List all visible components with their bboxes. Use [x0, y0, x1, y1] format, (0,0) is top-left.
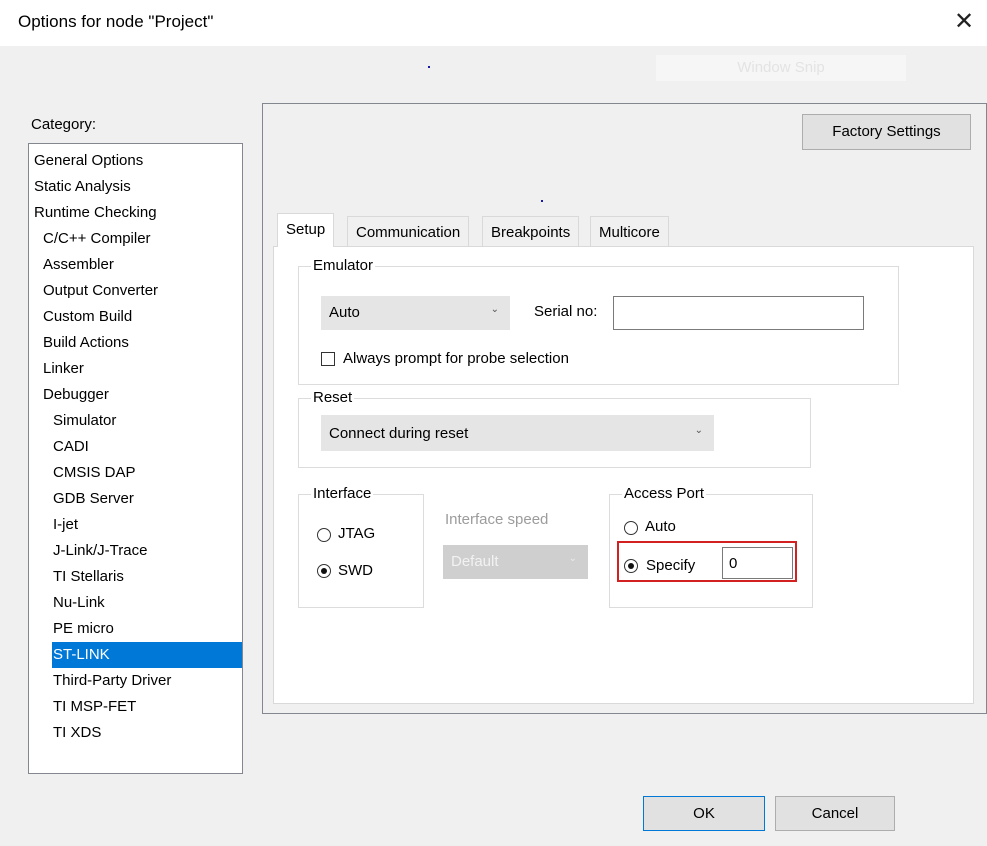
highlight-box — [617, 541, 797, 582]
category-item-ti-stellaris[interactable]: TI Stellaris — [53, 564, 124, 590]
category-item-nu-link[interactable]: Nu-Link — [53, 590, 105, 616]
tab-breakpoints[interactable]: Breakpoints — [482, 216, 580, 247]
tab-communication[interactable]: Communication — [347, 216, 470, 247]
interface-group-title: Interface — [311, 485, 374, 502]
category-item-general-options[interactable]: General Options — [34, 148, 143, 174]
category-item-gdb-server[interactable]: GDB Server — [53, 486, 134, 512]
category-item-c-c-compiler[interactable]: C/C++ Compiler — [43, 226, 151, 252]
window-title: Options for node "Project" — [18, 12, 214, 31]
reset-group-title: Reset — [311, 389, 355, 406]
category-item-ti-xds[interactable]: TI XDS — [53, 720, 101, 746]
emulator-group-title: Emulator — [311, 257, 376, 274]
interface-speed-value: Default — [451, 553, 499, 570]
swd-label: SWD — [338, 562, 373, 579]
chevron-down-icon: ⌄ — [568, 553, 577, 564]
title-bar: Options for node "Project" ✕ — [0, 0, 987, 46]
chevron-down-icon: ⌄ — [694, 425, 703, 436]
swd-radio[interactable] — [317, 564, 331, 578]
access-port-auto-radio[interactable] — [624, 521, 638, 535]
category-item-ti-msp-fet[interactable]: TI MSP-FET — [53, 694, 136, 720]
factory-settings-button[interactable]: Factory Settings — [802, 114, 971, 150]
reset-selected-value: Connect during reset — [329, 425, 469, 442]
category-item-cadi[interactable]: CADI — [53, 434, 89, 460]
emulator-dropdown[interactable]: Auto ⌄ — [321, 296, 510, 330]
cancel-button[interactable]: Cancel — [775, 796, 895, 831]
category-item-pe-micro[interactable]: PE micro — [53, 616, 114, 642]
category-item-simulator[interactable]: Simulator — [53, 408, 116, 434]
always-prompt-checkbox[interactable] — [321, 352, 335, 366]
category-list[interactable]: General Options Static Analysis Runtime Ch… — [28, 143, 243, 774]
access-port-group-title: Access Port — [622, 485, 707, 502]
emulator-selected-value: Auto — [329, 304, 360, 321]
category-item-runtime-checking[interactable]: Runtime Checking — [34, 200, 157, 226]
interface-speed-dropdown: Default ⌄ — [443, 545, 588, 579]
jtag-radio[interactable] — [317, 528, 331, 542]
category-item-build-actions[interactable]: Build Actions — [43, 330, 129, 356]
category-item-st-link[interactable]: ST-LINK — [52, 642, 242, 668]
serial-no-input[interactable] — [613, 296, 864, 330]
serial-no-label: Serial no: — [534, 303, 598, 320]
jtag-label: JTAG — [338, 525, 376, 542]
category-item-output-converter[interactable]: Output Converter — [43, 278, 158, 304]
category-item-custom-build[interactable]: Custom Build — [43, 304, 132, 330]
access-port-auto-label: Auto — [645, 518, 676, 535]
ok-button[interactable]: OK — [643, 796, 765, 831]
category-item-cmsis-dap[interactable]: CMSIS DAP — [53, 460, 136, 486]
interface-speed-label: Interface speed — [445, 511, 549, 528]
category-label: Category: — [31, 116, 97, 133]
category-item-third-party-driver[interactable]: Third-Party Driver — [53, 668, 171, 694]
category-item-static-analysis[interactable]: Static Analysis — [34, 174, 131, 200]
tab-multicore[interactable]: Multicore — [590, 216, 669, 247]
artifact-dot — [541, 200, 543, 202]
tab-setup[interactable]: Setup — [277, 213, 335, 247]
category-item-linker[interactable]: Linker — [43, 356, 84, 382]
close-icon[interactable]: ✕ — [950, 8, 978, 36]
category-item-i-jet[interactable]: I-jet — [53, 512, 78, 538]
category-item-j-link-j-trace[interactable]: J-Link/J-Trace — [53, 538, 147, 564]
chevron-down-icon: ⌄ — [490, 304, 499, 315]
always-prompt-label: Always prompt for probe selection — [343, 350, 569, 367]
window-snip-button[interactable]: Window Snip — [656, 55, 906, 81]
category-item-debugger[interactable]: Debugger — [43, 382, 109, 408]
interface-group — [298, 494, 424, 608]
category-item-assembler[interactable]: Assembler — [43, 252, 114, 278]
artifact-dot — [428, 66, 430, 68]
reset-dropdown[interactable]: Connect during reset ⌄ — [321, 415, 714, 451]
